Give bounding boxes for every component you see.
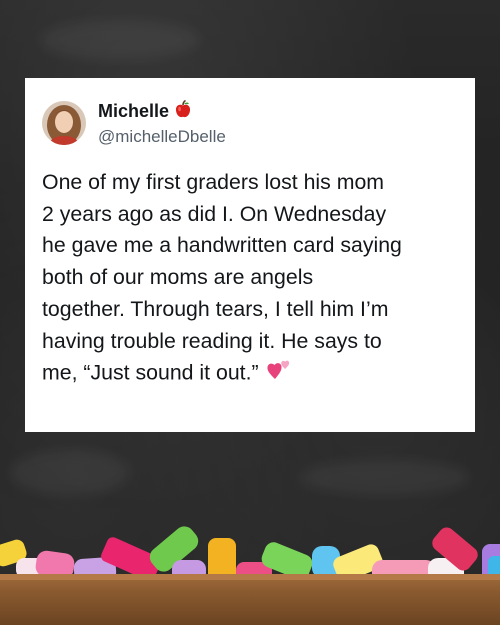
user-handle[interactable]: @michelleDbelle [98,126,226,148]
tweet-body: One of my first graders lost his mom 2 y… [42,170,402,385]
avatar[interactable] [42,101,86,145]
chalk-ledge [0,574,500,625]
two-hearts-icon [267,357,293,391]
tweet-header: Michelle @michelleDbelle [42,96,457,150]
chalk-smudge [300,460,470,495]
display-name[interactable]: Michelle [98,100,169,122]
name-row: Michelle [98,99,226,124]
tweet-card: Michelle @michelleDbelle One of my first… [25,78,475,432]
chalkboard-background: Michelle @michelleDbelle One of my first… [0,0,500,625]
chalk-ledge-lip [0,574,500,580]
chalk-smudge [40,20,200,60]
red-apple-icon [173,99,193,124]
tweet-author: Michelle @michelleDbelle [98,99,226,148]
tweet-text: One of my first graders lost his mom 2 y… [42,167,457,391]
chalk-smudge [10,450,130,495]
